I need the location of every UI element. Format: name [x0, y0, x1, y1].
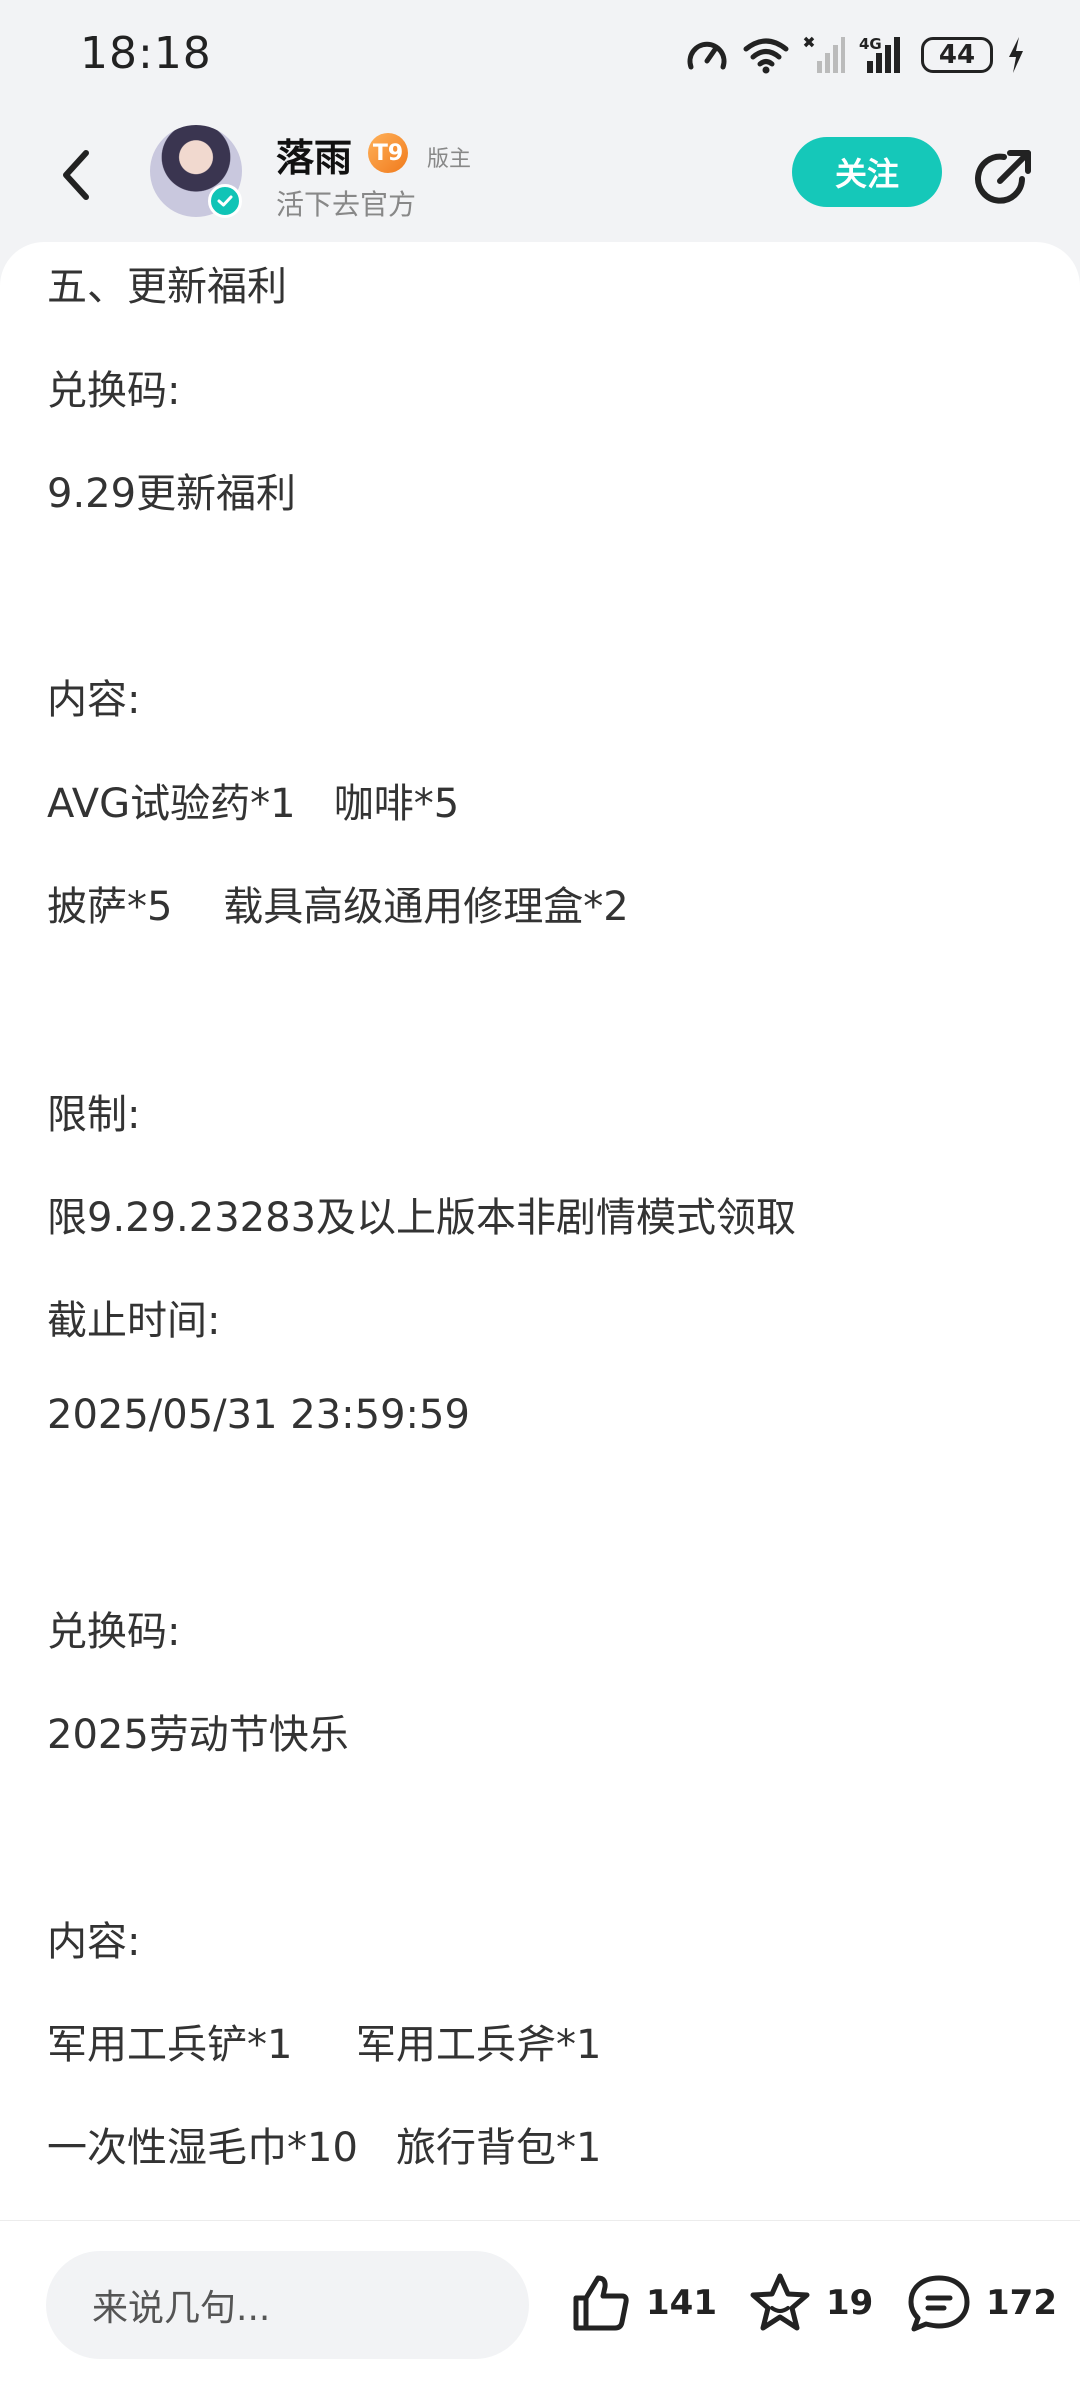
thumbs-up-icon: [573, 2275, 629, 2331]
content-line: 2025/05/31 23:59:59: [47, 1392, 470, 1438]
post-header: 落雨 T9 版主 活下去官方 关注: [0, 105, 1080, 245]
comment-placeholder: 来说几句...: [92, 2288, 271, 2329]
level-badge: T9: [368, 133, 408, 173]
back-icon: [63, 150, 89, 200]
content-line: 五、更新福利: [47, 264, 287, 310]
back-button[interactable]: [50, 145, 110, 205]
like-count: 141: [646, 2283, 717, 2323]
favorite-button[interactable]: 19: [748, 2268, 873, 2338]
role-tag: 版主: [427, 147, 472, 172]
content-line: 兑换码:: [47, 1609, 181, 1655]
like-button[interactable]: 141: [570, 2268, 717, 2338]
no-signal-icon: [803, 35, 845, 75]
content-line: 限9.29.23283及以上版本非剧情模式领取: [47, 1195, 797, 1241]
bottom-action-bar: 来说几句... 141 19 172: [0, 2220, 1080, 2391]
content-line: 内容:: [47, 1919, 141, 1965]
post-content: 五、更新福利 兑换码: 9.29更新福利 内容: AVG试验药*1 咖啡*5 披…: [0, 242, 1080, 2220]
content-line[interactable]: 9.29更新福利: [47, 461, 296, 519]
content-line: 军用工兵铲*1 军用工兵斧*1: [47, 2022, 602, 2068]
follow-button[interactable]: 关注: [792, 137, 942, 207]
content-line: 内容:: [47, 677, 141, 723]
charging-icon: [1007, 35, 1025, 75]
status-icons: 4G 44: [685, 30, 1025, 80]
svg-text:4G: 4G: [859, 35, 882, 53]
speed-icon: [685, 35, 729, 75]
content-line: 一次性湿毛巾*10 旅行背包*1: [47, 2125, 602, 2171]
comment-input[interactable]: 来说几句...: [46, 2251, 529, 2359]
author-name[interactable]: 落雨: [276, 127, 352, 182]
share-icon: [975, 150, 1031, 204]
status-time: 18:18: [80, 28, 212, 79]
content-line: 兑换码:: [47, 368, 181, 414]
favorite-count: 19: [826, 2283, 874, 2323]
comment-button[interactable]: 172: [906, 2268, 1057, 2338]
content-line: AVG试验药*1 咖啡*5: [47, 781, 460, 827]
signal-4g-icon: 4G: [859, 35, 907, 75]
content-line: 披萨*5 载具高级通用修理盒*2: [47, 884, 629, 930]
verified-icon: [208, 184, 242, 218]
status-bar: 18:18 4G 44: [0, 0, 1080, 105]
author-subtitle: 活下去官方: [276, 188, 417, 221]
comment-icon: [908, 2275, 970, 2332]
wifi-icon: [743, 35, 789, 75]
star-icon: [750, 2273, 810, 2331]
content-line: 截止时间:: [47, 1298, 221, 1344]
battery-icon: 44: [921, 37, 993, 73]
comment-count: 172: [986, 2283, 1057, 2323]
content-line[interactable]: 2025劳动节快乐: [47, 1702, 349, 1760]
content-line: 限制:: [47, 1092, 141, 1138]
share-button[interactable]: [970, 145, 1036, 211]
